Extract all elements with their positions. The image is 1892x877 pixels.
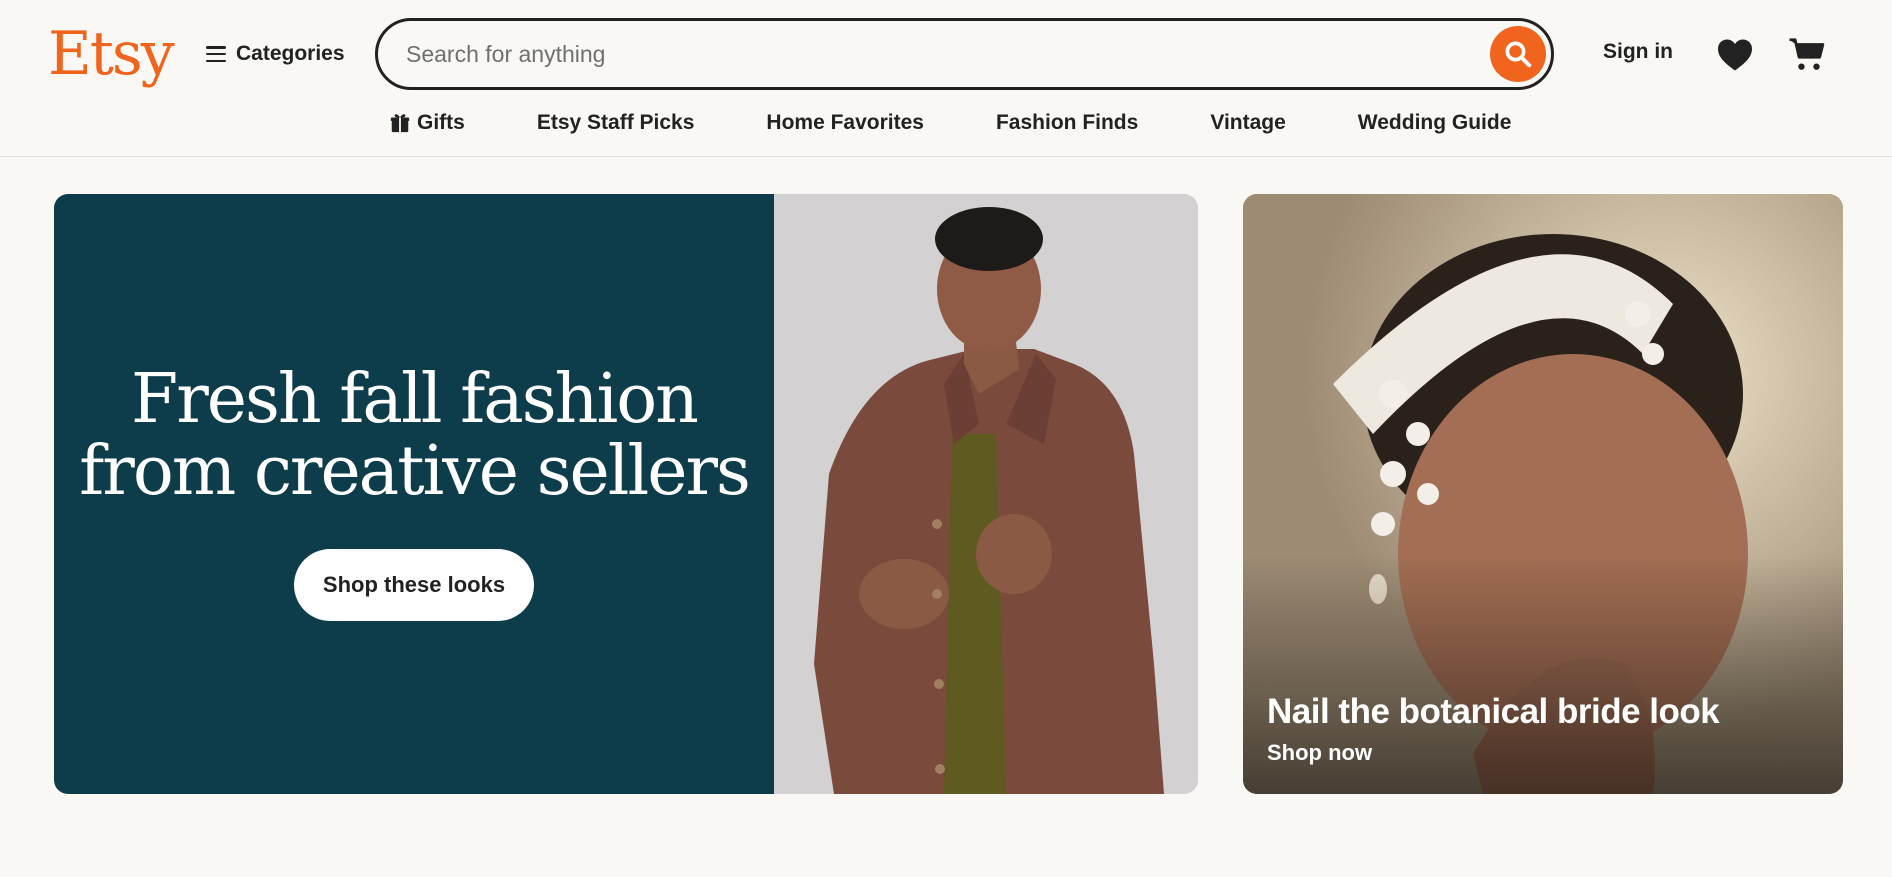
nav-label-wedding-guide: Wedding Guide <box>1357 111 1512 134</box>
nav-item-fashion-finds[interactable]: Fashion Finds <box>996 111 1138 135</box>
search-input[interactable] <box>406 21 1446 87</box>
nav-label-fashion-finds: Fashion Finds <box>995 111 1139 134</box>
search-icon <box>1505 41 1532 68</box>
shop-now-link[interactable]: Shop now <box>1267 740 1372 766</box>
promo-title: Nail the botanical bride look <box>1267 692 1720 731</box>
categories-label: Categories <box>236 42 345 65</box>
site-header: Etsy Categories Sign in <box>0 0 1892 157</box>
favorites-heart-icon[interactable] <box>1716 38 1754 72</box>
categories-button[interactable]: Categories <box>206 38 345 70</box>
hero-title: Fresh fall fashion from creative sellers <box>54 364 774 508</box>
shopping-cart-icon[interactable] <box>1788 34 1826 74</box>
nav-item-wedding-guide[interactable]: Wedding Guide <box>1358 111 1512 135</box>
search-bar <box>375 18 1554 90</box>
nav-label-etsy-staff-picks: Etsy Staff Picks <box>536 111 695 134</box>
model-in-brown-shirt-image <box>774 194 1198 794</box>
hero-text-panel: Fresh fall fashion from creative sellers… <box>54 194 774 794</box>
nav-label-gifts: Gifts <box>417 111 465 134</box>
category-nav: Gifts Etsy Staff Picks Home Favorites Fa… <box>389 108 1511 138</box>
sign-in-link[interactable]: Sign in <box>1603 40 1673 64</box>
shop-these-looks-button[interactable]: Shop these looks <box>294 549 534 621</box>
nav-item-etsy-staff-picks[interactable]: Etsy Staff Picks <box>537 111 695 135</box>
hero-title-line-1: Fresh fall fashion <box>131 360 699 439</box>
hero-banner[interactable]: Fresh fall fashion from creative sellers… <box>54 194 1198 794</box>
hero-title-line-2: from creative sellers <box>79 432 751 511</box>
gift-icon <box>390 114 410 133</box>
search-button[interactable] <box>1490 26 1546 82</box>
hero-model-image[interactable] <box>774 194 1198 794</box>
nav-item-home-favorites[interactable]: Home Favorites <box>766 111 924 135</box>
nav-label-vintage: Vintage <box>1210 111 1286 134</box>
promo-card-botanical-bride[interactable]: Nail the botanical bride look Shop now <box>1243 194 1843 794</box>
nav-item-vintage[interactable]: Vintage <box>1210 111 1285 135</box>
hamburger-menu-icon <box>206 46 226 62</box>
nav-label-home-favorites: Home Favorites <box>766 111 924 134</box>
nav-item-gifts[interactable]: Gifts <box>389 111 465 135</box>
etsy-logo[interactable]: Etsy <box>48 14 175 94</box>
